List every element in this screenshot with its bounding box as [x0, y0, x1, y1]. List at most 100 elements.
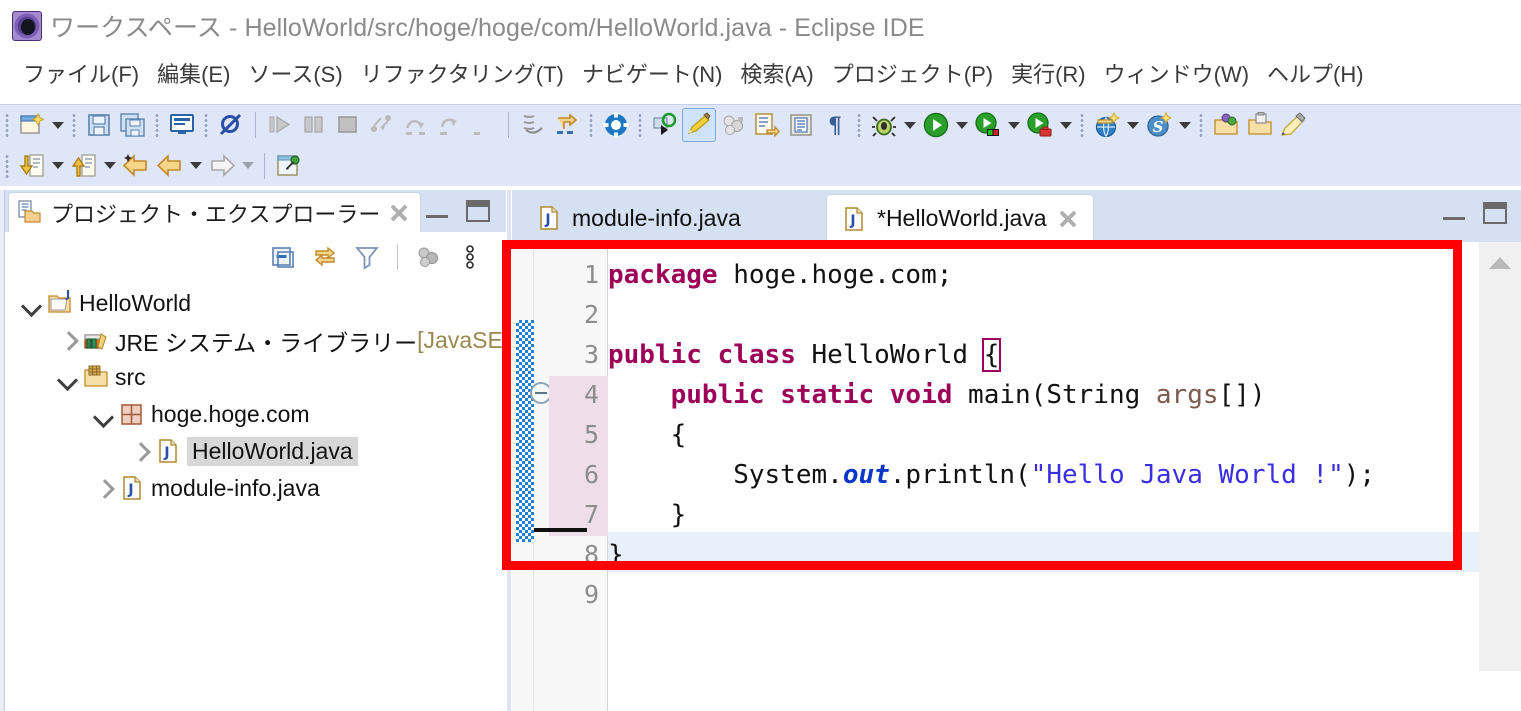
collapse-all-icon[interactable]: [265, 239, 301, 275]
close-icon[interactable]: [1057, 208, 1079, 230]
folding-ruler[interactable]: [530, 242, 552, 711]
export-dropdown[interactable]: [101, 149, 119, 183]
external-tools-icon[interactable]: [716, 108, 750, 142]
chevron-down-icon[interactable]: [91, 402, 117, 428]
new-web-dropdown[interactable]: [1124, 108, 1142, 142]
tree-item-helloworld[interactable]: J HelloWorld: [5, 285, 506, 322]
view-menu-icon[interactable]: [452, 239, 488, 275]
menu-refactor[interactable]: リファクタリング(T): [352, 57, 573, 89]
focus-on-active-task-icon[interactable]: [410, 239, 446, 275]
toolbar-grip[interactable]: [1198, 112, 1206, 138]
tab-project-explorer[interactable]: プロジェクト・エクスプローラー: [8, 192, 422, 232]
console-icon[interactable]: [165, 108, 199, 142]
maximize-icon[interactable]: [466, 200, 490, 222]
code-token: hoge.hoge.com;: [717, 260, 953, 290]
menu-project[interactable]: プロジェクト(P): [823, 57, 1002, 89]
toolbar-grip[interactable]: [1079, 112, 1087, 138]
code-token: void: [889, 380, 953, 410]
pencil-highlight-icon[interactable]: [682, 108, 716, 142]
tree-item-module-info.java[interactable]: Jmodule-info.java: [5, 470, 506, 507]
line-number: 9: [583, 580, 599, 609]
open-type-icon[interactable]: [750, 108, 784, 142]
chevron-up-icon[interactable]: [1479, 242, 1521, 284]
pilcrow-icon[interactable]: ¶: [818, 108, 852, 142]
minimize-icon[interactable]: [426, 204, 448, 218]
run-icon[interactable]: [919, 108, 953, 142]
filter-icon[interactable]: [349, 239, 385, 275]
pin-editor-icon[interactable]: [272, 149, 306, 183]
toolbar-grip[interactable]: [203, 112, 211, 138]
last-edit-icon[interactable]: [550, 108, 584, 142]
new-web-project-icon[interactable]: [1090, 108, 1124, 142]
chevron-down-icon[interactable]: [55, 365, 81, 391]
back-dropdown[interactable]: [187, 149, 205, 183]
code-token: }: [608, 500, 687, 530]
line-number: 6: [583, 460, 599, 489]
close-icon[interactable]: [388, 202, 410, 224]
chevron-down-icon[interactable]: [19, 291, 45, 317]
toolbar-grip[interactable]: [637, 112, 645, 138]
toolbar-grip[interactable]: [154, 112, 162, 138]
chevron-right-icon[interactable]: [91, 476, 117, 502]
minimize-icon[interactable]: [1443, 206, 1465, 220]
code-text[interactable]: package hoge.hoge.com; public class Hello…: [608, 242, 1479, 711]
toolbar-grip[interactable]: [588, 112, 596, 138]
maximize-icon[interactable]: [1483, 202, 1507, 224]
project-explorer-tab-label: プロジェクト・エクスプローラー: [51, 201, 381, 227]
coverage-dropdown[interactable]: [1005, 108, 1023, 142]
export-icon[interactable]: [67, 149, 101, 183]
chevron-right-icon[interactable]: [127, 439, 153, 465]
open-folder-icon[interactable]: [1243, 108, 1277, 142]
tree-item-jre[interactable]: JRE システム・ライブラリー [JavaSE-1: [5, 322, 523, 359]
run-external-dropdown[interactable]: [1057, 108, 1075, 142]
editor-tab-module-info[interactable]: J module-info.java: [522, 194, 755, 242]
debug-dropdown[interactable]: [901, 108, 919, 142]
open-task-icon[interactable]: [784, 108, 818, 142]
link-with-editor-icon[interactable]: [307, 239, 343, 275]
menu-search[interactable]: 検索(A): [731, 57, 822, 89]
import-dropdown[interactable]: [49, 149, 67, 183]
menu-run[interactable]: 実行(R): [1002, 57, 1095, 89]
back-icon[interactable]: [153, 149, 187, 183]
save-all-icon[interactable]: [116, 108, 150, 142]
editor-tab-helloworld[interactable]: J *HelloWorld.java: [826, 194, 1094, 242]
build-icon[interactable]: [599, 108, 633, 142]
chevron-right-icon[interactable]: [55, 328, 81, 354]
debug-icon[interactable]: [867, 108, 901, 142]
run-external-icon[interactable]: [1023, 108, 1057, 142]
toolbar-grip[interactable]: [4, 112, 12, 138]
import-icon[interactable]: [15, 149, 49, 183]
menu-edit[interactable]: 編集(E): [148, 57, 239, 89]
eclipse-icon: [12, 11, 42, 41]
new-wizard-icon[interactable]: [15, 108, 49, 142]
tree-item-hoge.hoge.com[interactable]: hoge.hoge.com: [5, 396, 506, 433]
menu-window[interactable]: ウィンドウ(W): [1095, 57, 1258, 89]
search-scm-dropdown[interactable]: [1176, 108, 1194, 142]
editor-vertical-scrollbar[interactable]: [1479, 242, 1521, 711]
menu-source[interactable]: ソース(S): [239, 57, 351, 89]
coverage-icon[interactable]: [648, 108, 682, 142]
coverage-run-icon[interactable]: [971, 108, 1005, 142]
next-annotation-icon[interactable]: [516, 108, 550, 142]
back-to-last-edit-icon[interactable]: [119, 149, 153, 183]
annotation-ruler[interactable]: [512, 242, 534, 711]
open-perspective-icon[interactable]: [1209, 108, 1243, 142]
search-scm-icon[interactable]: S: [1142, 108, 1176, 142]
editor-body[interactable]: 1 2 3 4 5 6 7 8 9 package hoge.hoge.com; public c…: [512, 242, 1521, 711]
skip-breakpoints-icon[interactable]: [214, 108, 248, 142]
tree-item-src[interactable]: src: [5, 359, 506, 396]
save-icon[interactable]: [82, 108, 116, 142]
toolbar-grip[interactable]: [856, 112, 864, 138]
menu-help[interactable]: ヘルプ(H): [1258, 57, 1373, 89]
step-return-icon: [433, 108, 467, 142]
tree-item-helloworld.java[interactable]: J HelloWorld.java: [5, 433, 506, 470]
marker-pen-icon[interactable]: [1277, 108, 1311, 142]
menu-navigate[interactable]: ナビゲート(N): [573, 57, 732, 89]
toolbar-grip[interactable]: [4, 152, 12, 179]
menu-file[interactable]: ファイル(F): [14, 57, 148, 89]
toolbar-grip[interactable]: [71, 112, 79, 138]
terminate-icon: [331, 108, 365, 142]
new-wizard-dropdown[interactable]: [49, 108, 67, 142]
run-dropdown[interactable]: [953, 108, 971, 142]
